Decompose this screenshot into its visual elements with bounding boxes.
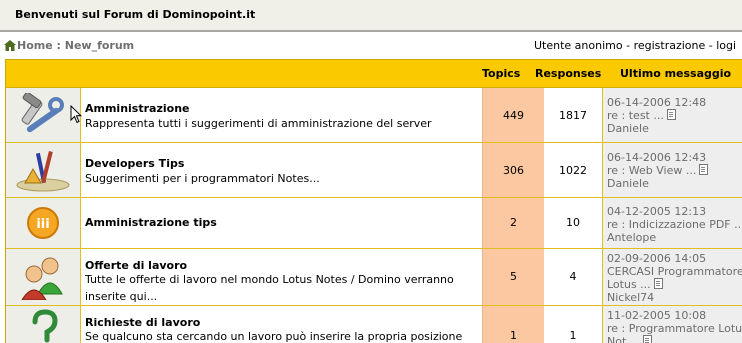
header-responses: Responses (535, 67, 602, 80)
people-icon (21, 257, 63, 300)
user-status: Utente anonimo (534, 39, 623, 52)
last-message-date: 04-12-2005 12:13 (607, 205, 707, 218)
forum-info-cell: Richieste di lavoro Se qualcuno sta cerc… (81, 306, 481, 343)
responses-count: 10 (566, 216, 580, 229)
table-header: Topics Responses Ultimo messaggio (6, 60, 742, 88)
responses-cell: 4 (544, 249, 603, 305)
last-message-author: Nickel74 (607, 291, 655, 304)
svg-text:iii: iii (36, 217, 49, 232)
topics-count: 2 (510, 216, 517, 229)
topics-cell: 306 (482, 143, 545, 197)
user-nav: Utente anonimo - registrazione - logi (534, 39, 736, 52)
register-link[interactable]: registrazione (634, 39, 706, 52)
topics-cell: 1 (482, 306, 545, 343)
forum-info-cell: Offerte di lavoro Tutte le offerte di la… (81, 249, 481, 305)
forum-description: Suggerimenti per i programmatori Notes..… (85, 172, 320, 185)
header-last-message: Ultimo messaggio (620, 67, 732, 80)
forum-row: Offerte di lavoro Tutte le offerte di la… (6, 249, 742, 306)
forum-title-link[interactable]: Amministrazione (85, 102, 189, 115)
forum-row: Richieste di lavoro Se qualcuno sta cerc… (6, 306, 742, 343)
responses-cell: 10 (544, 198, 603, 248)
forum-title-link[interactable]: Amministrazione tips (85, 216, 217, 229)
last-message-link[interactable]: re : test ... (607, 109, 664, 122)
last-message-cell: 06-14-2006 12:43 re : Web View ... Danie… (603, 143, 742, 197)
last-message-cell: 06-14-2006 12:48 re : test ... Daniele (603, 88, 742, 142)
responses-cell: 1022 (544, 143, 603, 197)
last-message-date: 06-14-2006 12:43 (607, 151, 707, 164)
nav-separator: - (705, 39, 717, 52)
last-message-cell: 02-09-2006 14:05 CERCASI Programmatore L… (603, 249, 742, 305)
last-message-link-cont[interactable]: Lotus ... (607, 278, 651, 291)
breadcrumb-current: New_forum (64, 39, 135, 52)
topics-cell: 2 (482, 198, 545, 248)
topics-count: 1 (510, 329, 517, 342)
pencils-icon (16, 150, 70, 192)
home-icon[interactable] (4, 40, 16, 51)
forum-icon-cell (6, 306, 81, 343)
responses-cell: 1 (544, 306, 603, 343)
forum-description: Tutte le offerte di lavoro nel mondo Lot… (85, 273, 454, 303)
forum-row: iii Amministrazione tips 2 10 04-12-2005… (6, 198, 742, 249)
login-link[interactable]: logi (716, 39, 736, 52)
breadcrumb-bar: Home : New_forum Utente anonimo - regist… (0, 34, 742, 56)
forum-row: Developers Tips Suggerimenti per i progr… (6, 143, 742, 198)
last-message-link[interactable]: re : Web View ... (607, 164, 696, 177)
document-icon[interactable] (666, 109, 676, 120)
forum-info-cell: Amministrazione tips (81, 198, 481, 248)
forum-title-link[interactable]: Developers Tips (85, 157, 184, 170)
last-message-author: Daniele (607, 177, 649, 190)
page-header: Benvenuti sul Forum di Dominopoint.it (0, 0, 742, 32)
forum-row: Amministrazione Rappresenta tutti i sugg… (6, 88, 742, 143)
responses-cell: 1817 (544, 88, 603, 142)
last-message-link[interactable]: CERCASI Programmatore (607, 265, 742, 278)
nav-separator: - (622, 39, 634, 52)
responses-count: 1817 (559, 109, 587, 122)
responses-count: 1 (569, 329, 577, 342)
topics-count: 306 (503, 164, 524, 177)
responses-count: 4 (569, 270, 577, 283)
forum-icon-cell: iii (6, 198, 81, 248)
help-icon (32, 309, 58, 343)
last-message-date: 02-09-2006 14:05 (607, 252, 707, 265)
document-icon[interactable] (653, 278, 663, 289)
breadcrumb: Home : New_forum (4, 39, 134, 52)
mouse-cursor-icon (70, 105, 82, 124)
last-message-cell: 04-12-2005 12:13 re : Indicizzazione PDF… (603, 198, 742, 248)
tools-icon (21, 93, 64, 133)
forum-info-cell: Amministrazione Rappresenta tutti i sugg… (81, 88, 481, 142)
responses-count: 1022 (559, 164, 587, 177)
last-message-date: 06-14-2006 12:48 (607, 96, 707, 109)
page-title: Benvenuti sul Forum di Dominopoint.it (15, 8, 256, 21)
document-icon[interactable] (699, 164, 709, 175)
forum-info-cell: Developers Tips Suggerimenti per i progr… (81, 143, 481, 197)
breadcrumb-home[interactable]: Home (17, 39, 53, 52)
breadcrumb-separator: : (52, 39, 65, 52)
server-tips-icon: iii (27, 207, 59, 239)
last-message-author: Daniele (607, 122, 649, 135)
topics-count: 5 (510, 270, 517, 283)
topics-cell: 449 (482, 88, 545, 142)
topics-cell: 5 (482, 249, 545, 305)
last-message-date: 11-02-2005 10:08 (607, 309, 707, 322)
header-topics: Topics (482, 67, 521, 80)
forum-description: Rappresenta tutti i suggerimenti di ammi… (85, 117, 432, 130)
forum-icon-cell (6, 249, 81, 305)
last-message-cell: 11-02-2005 10:08 re : Programmatore Lotu… (603, 306, 742, 343)
last-message-author: Antelope (607, 231, 657, 244)
last-message-link[interactable]: re : Programmatore Lotus (607, 322, 742, 335)
forum-icon-cell (6, 143, 81, 197)
forum-description: Se qualcuno sta cercando un lavoro può i… (85, 330, 463, 343)
last-message-link[interactable]: re : Indicizzazione PDF ... (607, 218, 742, 231)
topics-count: 449 (503, 109, 524, 122)
forum-table: Topics Responses Ultimo messaggio Ammini… (5, 59, 742, 343)
